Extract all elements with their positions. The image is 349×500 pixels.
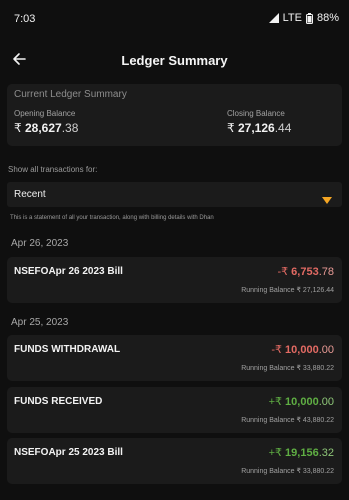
transaction-card[interactable]: FUNDS RECEIVED +₹ 10,000.00 Running Bala… [7,387,342,433]
amount-main: 19,156 [285,447,319,459]
date-header: Apr 25, 2023 [11,317,69,328]
transaction-name: NSEFOApr 26 2023 Bill [14,266,123,277]
date-header: Apr 26, 2023 [11,238,69,249]
amount-sign: +₹ [268,396,286,408]
transaction-card[interactable]: FUNDS WITHDRAWAL -₹ 10,000.00 Running Ba… [7,335,342,381]
running-balance: Running Balance ₹ 27,126.44 [241,287,334,294]
battery-icon [305,12,313,24]
amount-sign: -₹ [271,344,286,356]
signal-icon [268,13,279,23]
period-select[interactable]: Recent [7,182,342,207]
amount-decimal: .32 [318,447,334,459]
transaction-card[interactable]: NSEFOApr 26 2023 Bill -₹ 6,753.78 Runnin… [7,257,342,303]
statement-note: This is a statement of all your transact… [10,215,214,221]
closing-currency: ₹ [227,121,235,135]
network-label: LTE [282,12,302,24]
transaction-amount: -₹ 10,000.00 [271,343,334,356]
period-select-value: Recent [14,189,46,200]
caret-down-icon [322,191,332,209]
amount-sign: +₹ [268,447,286,459]
transaction-name: FUNDS RECEIVED [14,396,103,407]
amount-main: 10,000 [285,344,319,356]
battery-level: 88% [316,12,339,24]
status-indicators: LTE 88% [268,12,339,24]
transaction-amount: +₹ 10,000.00 [269,395,334,408]
opening-currency: ₹ [14,121,22,135]
status-bar: 7:03 LTE 88% [0,0,349,40]
transaction-name: FUNDS WITHDRAWAL [14,344,121,355]
summary-heading: Current Ledger Summary [14,89,127,100]
running-balance: Running Balance ₹ 43,880.22 [241,417,334,424]
transaction-name: NSEFOApr 25 2023 Bill [14,447,123,458]
amount-decimal: .00 [318,396,334,408]
filter-label: Show all transactions for: [8,165,98,174]
transaction-amount: -₹ 6,753.78 [277,265,334,278]
transaction-amount: +₹ 19,156.32 [269,446,334,459]
opening-balance-label: Opening Balance [14,109,76,118]
running-balance: Running Balance ₹ 33,880.22 [241,468,334,475]
status-time: 7:03 [14,13,36,25]
amount-decimal: .00 [318,344,334,356]
page-title: Ledger Summary [121,53,228,68]
closing-balance-value: ₹ 27,126.44 [227,121,291,135]
amount-sign: -₹ [277,266,292,278]
running-balance: Running Balance ₹ 33,880.22 [241,365,334,372]
transaction-card[interactable]: NSEFOApr 25 2023 Bill +₹ 19,156.32 Runni… [7,438,342,484]
amount-main: 10,000 [285,396,319,408]
closing-dec: .44 [274,121,292,135]
amount-main: 6,753 [291,266,319,278]
amount-decimal: .78 [318,266,334,278]
opening-balance-value: ₹ 28,627.38 [14,121,78,135]
opening-dec: .38 [61,121,79,135]
closing-main: 27,126 [237,121,275,135]
ledger-summary-card: Current Ledger Summary Opening Balance ₹… [7,84,342,146]
closing-balance-label: Closing Balance [227,109,285,118]
app-header: Ledger Summary [0,44,349,78]
opening-main: 28,627 [24,121,62,135]
